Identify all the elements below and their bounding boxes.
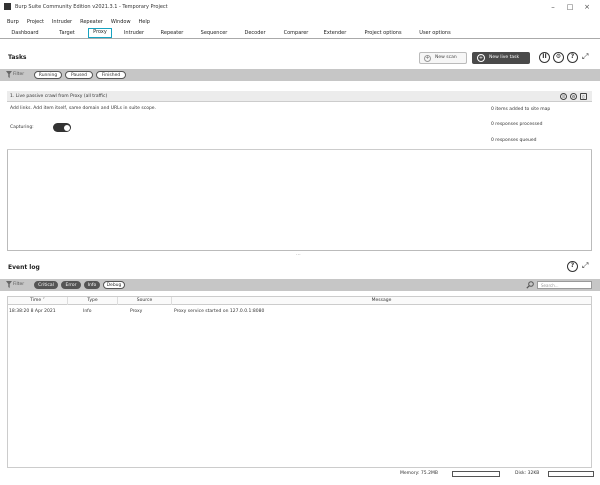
filter-paused[interactable]: Paused (65, 71, 93, 79)
new-scan-button[interactable]: + New scan (419, 52, 467, 64)
disk-usage-bar (548, 471, 594, 477)
plus-icon: + (424, 55, 431, 62)
memory-usage-bar (452, 471, 500, 477)
cell-message: Proxy service started on 127.0.0.1:8080 (174, 309, 265, 314)
filter-running[interactable]: Running (34, 71, 62, 79)
menu-window[interactable]: Window (111, 18, 131, 27)
event-log-filter-bar: Filter Critical Error Info Debug Search.… (0, 279, 600, 291)
expand-icon[interactable]: ⤢ (582, 261, 592, 271)
tab-extender[interactable]: Extender (318, 28, 352, 38)
expand-icon[interactable]: ⤢ (582, 52, 592, 62)
tab-intruder[interactable]: Intruder (118, 28, 150, 38)
task-header-strip: 1. Live passive crawl from Proxy (all tr… (7, 91, 592, 102)
tab-proxy[interactable]: Proxy (88, 28, 112, 38)
filter-icon[interactable] (6, 281, 12, 288)
stat-responses-processed: 0 responses processed (491, 122, 543, 127)
column-time[interactable]: Time ˅ (8, 297, 68, 305)
new-live-task-button[interactable]: + New live task (472, 52, 530, 64)
memory-label: Memory: 75.2MB (400, 471, 438, 476)
new-scan-label: New scan (435, 55, 457, 60)
help-icon[interactable]: ? (567, 52, 578, 63)
tab-repeater[interactable]: Repeater (154, 28, 190, 38)
panel-splitter-handle[interactable]: ⋯ (296, 253, 304, 258)
filter-critical[interactable]: Critical (34, 281, 58, 289)
filter-info[interactable]: Info (84, 281, 100, 289)
tab-dashboard[interactable]: Dashboard (6, 28, 44, 38)
tab-bar: Dashboard Target Proxy Intruder Repeater… (0, 27, 600, 39)
cell-time: 18:38:20 8 Apr 2021 (9, 309, 56, 314)
menu-project[interactable]: Project (27, 18, 44, 27)
help-icon[interactable]: ? (567, 261, 578, 272)
pause-icon[interactable]: II (560, 93, 567, 100)
task-card: Add links. Add item itself, same domain … (7, 102, 592, 150)
plus-icon: + (477, 54, 485, 62)
tasks-header: Tasks + New scan + New live task II ⚙ ? … (0, 49, 600, 67)
cell-source: Proxy (130, 309, 143, 314)
filter-finished[interactable]: Finished (96, 71, 126, 79)
new-live-task-label: New live task (489, 55, 520, 60)
burp-logo-icon (4, 3, 11, 10)
tab-comparer[interactable]: Comparer (278, 28, 314, 38)
title-bar: Burp Suite Community Edition v2021.3.1 -… (0, 0, 600, 14)
menu-burp[interactable]: Burp (7, 18, 19, 27)
column-source[interactable]: Source (118, 297, 172, 305)
stat-items-added: 0 items added to site map (491, 107, 551, 112)
table-header: Time ˅ Type Source Message (8, 297, 591, 305)
disk-label: Disk: 32KB (515, 471, 540, 476)
task-name[interactable]: 1. Live passive crawl from Proxy (all tr… (10, 94, 107, 99)
event-log-table: Time ˅ Type Source Message 18:38:20 8 Ap… (7, 296, 592, 468)
stat-responses-queued: 0 responses queued (491, 138, 537, 143)
menu-repeater[interactable]: Repeater (80, 18, 103, 27)
toggle-knob (63, 124, 70, 131)
pause-icon[interactable]: II (539, 52, 550, 63)
capturing-toggle[interactable] (53, 123, 71, 132)
filter-error[interactable]: Error (61, 281, 81, 289)
tab-user-options[interactable]: User options (414, 28, 456, 38)
menu-intruder[interactable]: Intruder (52, 18, 72, 27)
status-bar: Memory: 75.2MB Disk: 32KB (0, 469, 600, 479)
search-icon (526, 281, 534, 289)
filter-debug[interactable]: Debug (103, 281, 125, 289)
menu-bar: Burp Project Intruder Repeater Window He… (0, 18, 600, 27)
task-description: Add links. Add item itself, same domain … (10, 106, 157, 111)
minimize-button[interactable]: – (546, 2, 560, 12)
column-message[interactable]: Message (172, 297, 591, 305)
filter-icon[interactable] (6, 71, 12, 78)
window-title: Burp Suite Community Edition v2021.3.1 -… (15, 4, 168, 10)
close-button[interactable]: × (580, 2, 594, 12)
filter-label: Filter (13, 282, 25, 287)
search-input[interactable]: Search... (537, 281, 592, 289)
capturing-label: Capturing: (10, 125, 34, 130)
tasks-title: Tasks (8, 54, 27, 61)
event-log-title: Event log (8, 264, 40, 271)
maximize-button[interactable]: □ (563, 2, 577, 12)
cell-type: Info (83, 309, 92, 314)
tab-sequencer[interactable]: Sequencer (195, 28, 233, 38)
tab-decoder[interactable]: Decoder (238, 28, 272, 38)
gear-icon[interactable]: ⚙ (570, 93, 577, 100)
menu-help[interactable]: Help (139, 18, 150, 27)
column-type[interactable]: Type (68, 297, 118, 305)
trash-icon[interactable]: ▯ (580, 93, 587, 100)
filter-label: Filter (13, 72, 25, 77)
tab-target[interactable]: Target (52, 28, 82, 38)
tasks-filter-bar: Filter Running Paused Finished (0, 69, 600, 81)
tab-project-options[interactable]: Project options (358, 28, 408, 38)
gear-icon[interactable]: ⚙ (553, 52, 564, 63)
